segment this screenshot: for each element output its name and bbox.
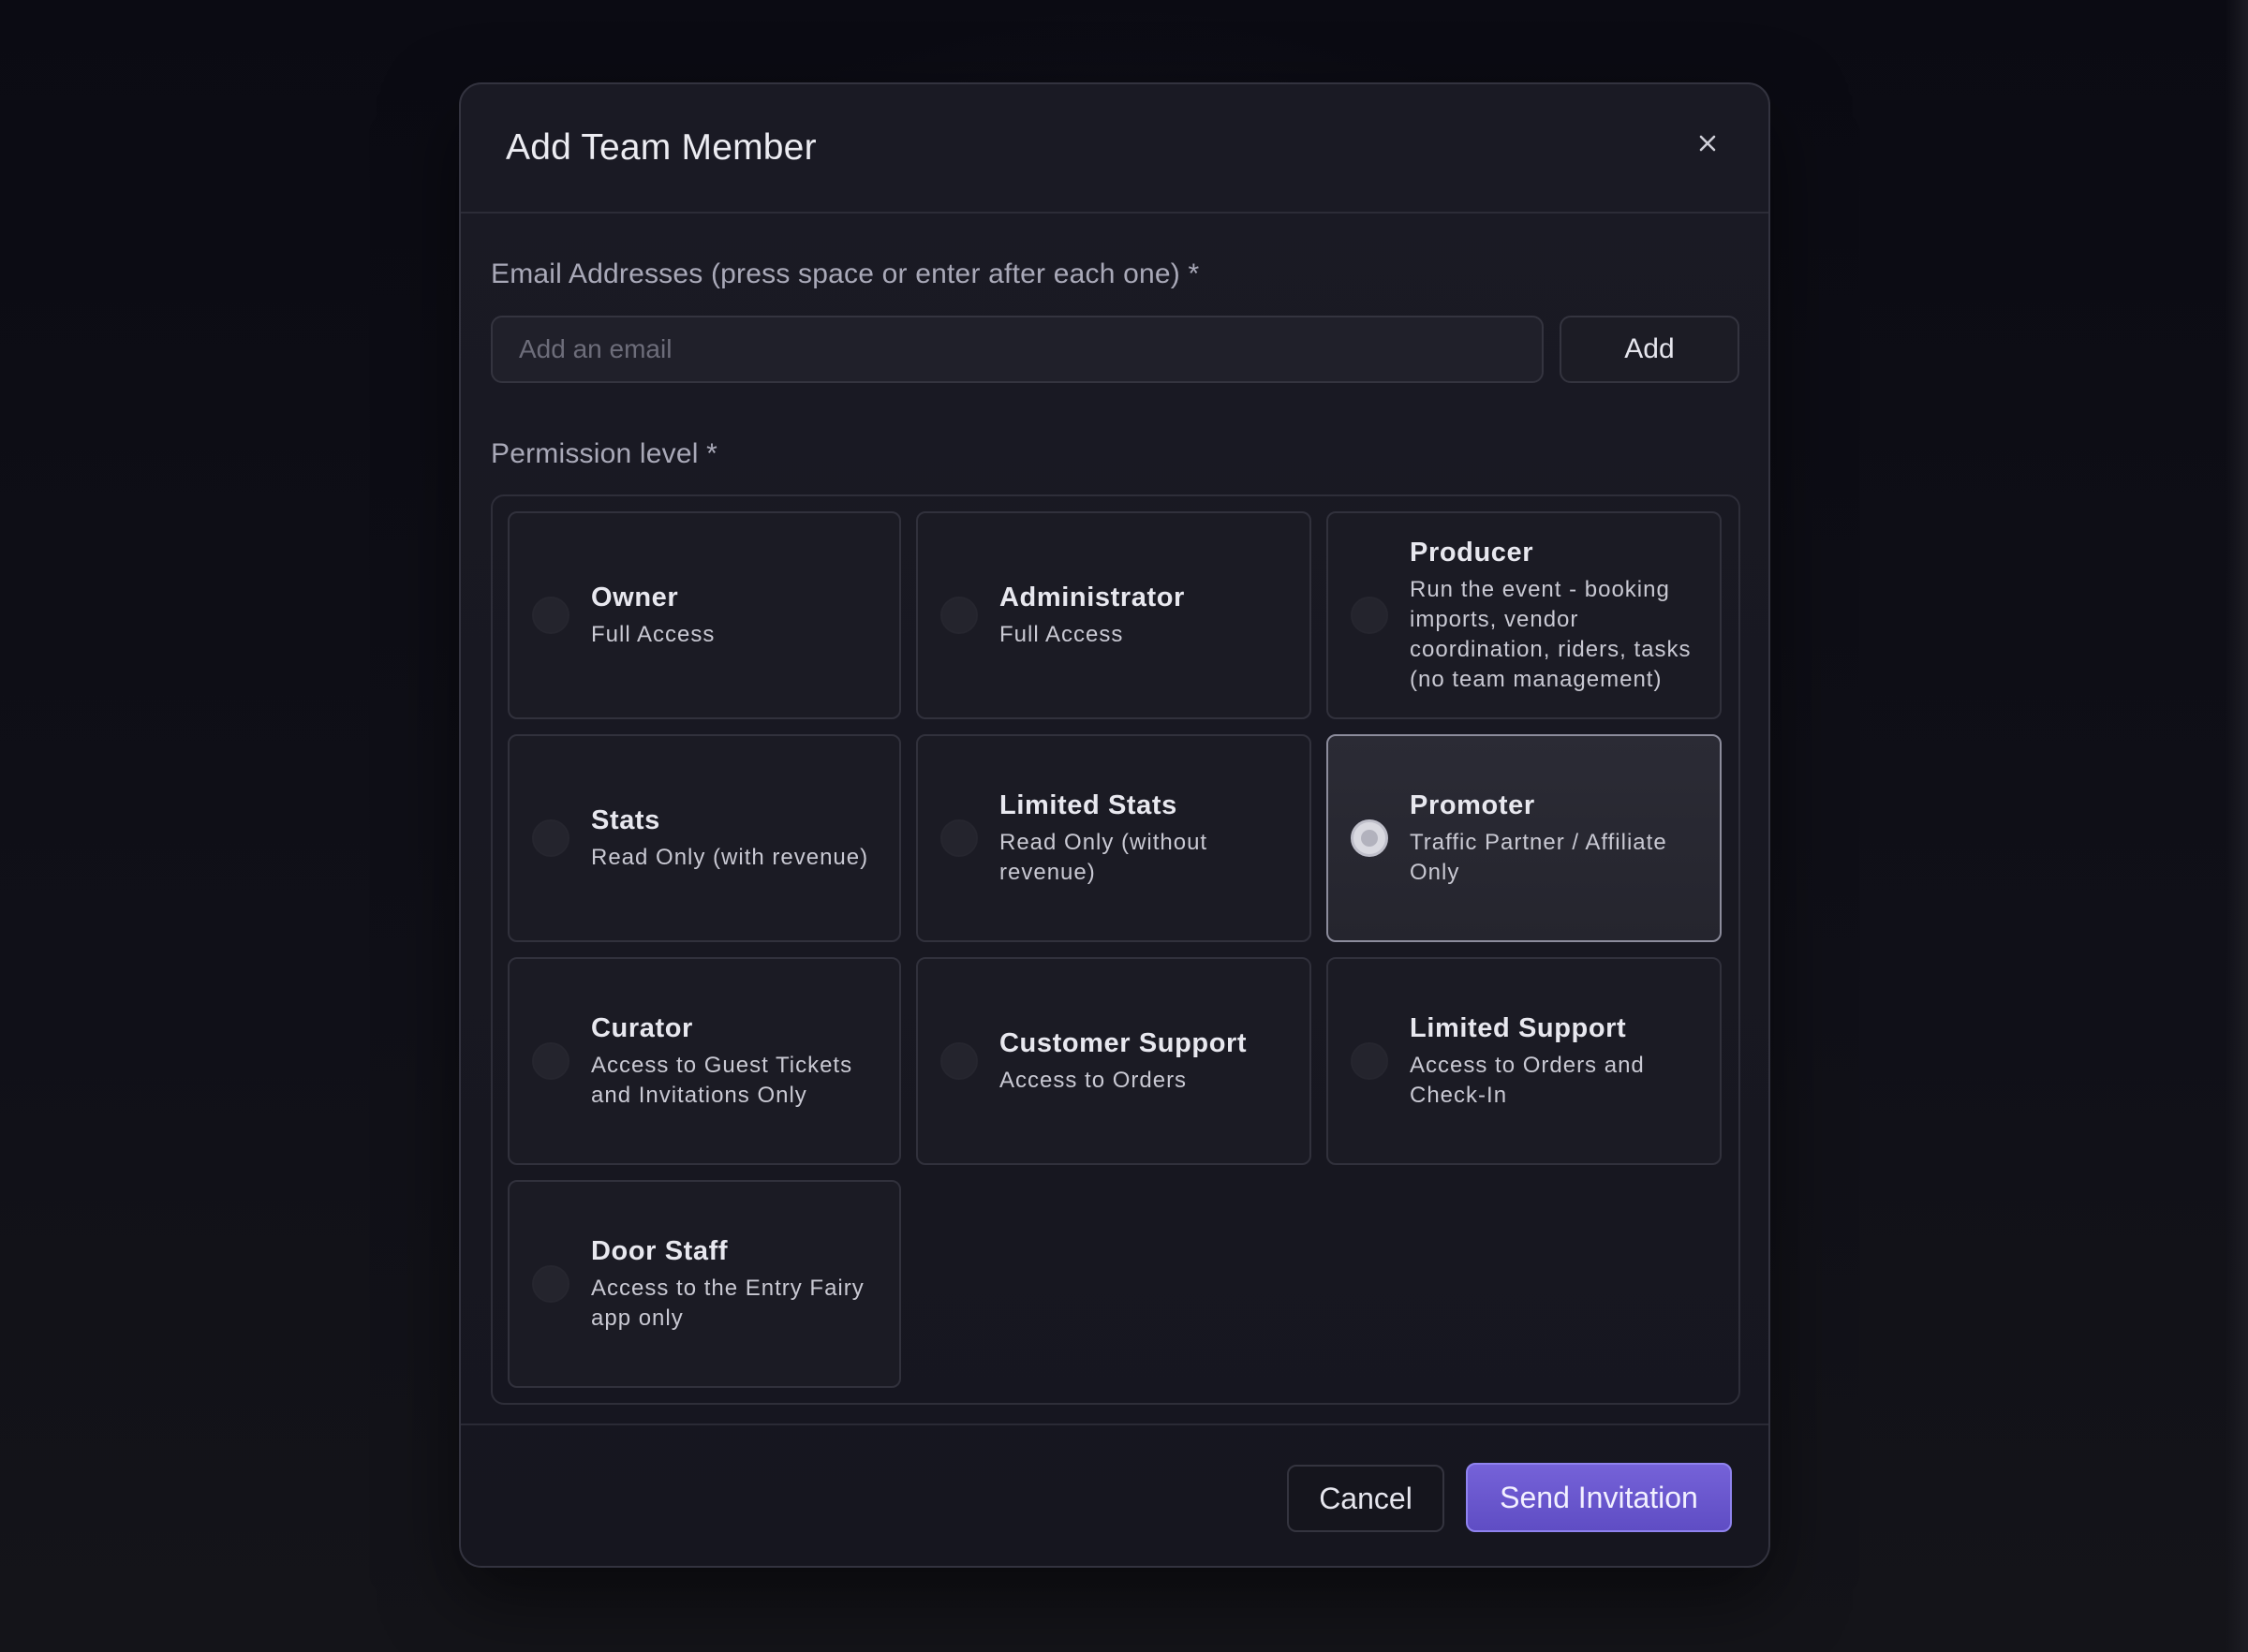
radio-button[interactable] — [940, 597, 978, 634]
option-title: Customer Support — [999, 1028, 1248, 1058]
email-field-label: Email Addresses (press space or enter af… — [491, 258, 1200, 289]
radio-button[interactable] — [1351, 597, 1388, 634]
option-title: Producer — [1410, 538, 1534, 568]
option-text: Curator Access to Guest Tickets and Invi… — [591, 1011, 882, 1111]
permission-option-curator[interactable]: Curator Access to Guest Tickets and Invi… — [508, 957, 901, 1165]
option-title: Limited Support — [1410, 1013, 1627, 1043]
option-text: Limited Support Access to Orders and Che… — [1410, 1011, 1703, 1111]
add-email-button[interactable]: Add — [1560, 316, 1739, 383]
option-text: Limited Stats Read Only (without revenue… — [999, 789, 1293, 888]
radio-button-selected[interactable] — [1351, 819, 1388, 857]
permission-grid: Owner Full Access Administrator Full Acc… — [508, 511, 1722, 1388]
option-description: Access to Orders and Check-In — [1410, 1053, 1645, 1108]
option-title: Curator — [591, 1013, 693, 1043]
permission-options-group: Owner Full Access Administrator Full Acc… — [491, 494, 1740, 1405]
option-text: Stats Read Only (with revenue) — [591, 804, 882, 873]
permission-level-label: Permission level * — [491, 438, 718, 469]
option-description: Access to the Entry Fairy app only — [591, 1276, 865, 1331]
permission-option-customer-support[interactable]: Customer Support Access to Orders — [916, 957, 1311, 1165]
permission-option-door-staff[interactable]: Door Staff Access to the Entry Fairy app… — [508, 1180, 901, 1388]
option-description: Read Only (with revenue) — [591, 845, 869, 870]
option-title: Administrator — [999, 583, 1185, 612]
add-team-member-dialog: Add Team Member Email Addresses (press s… — [459, 82, 1770, 1568]
permission-option-owner[interactable]: Owner Full Access — [508, 511, 901, 719]
option-title: Owner — [591, 583, 679, 612]
option-title: Stats — [591, 805, 660, 835]
option-description: Access to Guest Tickets and Invitations … — [591, 1053, 853, 1108]
permission-option-administrator[interactable]: Administrator Full Access — [916, 511, 1311, 719]
cancel-button[interactable]: Cancel — [1287, 1465, 1444, 1532]
permission-option-limited-stats[interactable]: Limited Stats Read Only (without revenue… — [916, 734, 1311, 942]
radio-button[interactable] — [532, 819, 569, 857]
close-icon — [1699, 135, 1716, 152]
email-input[interactable] — [491, 316, 1544, 383]
option-description: Run the event - booking imports, vendor … — [1410, 577, 1692, 692]
permission-option-stats[interactable]: Stats Read Only (with revenue) — [508, 734, 901, 942]
option-text: Producer Run the event - booking imports… — [1410, 536, 1703, 695]
permission-option-limited-support[interactable]: Limited Support Access to Orders and Che… — [1326, 957, 1722, 1165]
dialog-header: Add Team Member — [461, 84, 1768, 214]
footer-divider — [461, 1423, 1768, 1425]
radio-button[interactable] — [940, 819, 978, 857]
send-invitation-button[interactable]: Send Invitation — [1466, 1463, 1732, 1532]
scrollbar-track — [2226, 0, 2248, 1652]
permission-option-producer[interactable]: Producer Run the event - booking imports… — [1326, 511, 1722, 719]
dialog-title: Add Team Member — [506, 127, 817, 168]
option-title: Promoter — [1410, 790, 1535, 820]
close-button[interactable] — [1690, 125, 1725, 161]
option-title: Limited Stats — [999, 790, 1177, 820]
option-text: Promoter Traffic Partner / Affiliate Onl… — [1410, 789, 1703, 888]
option-description: Traffic Partner / Affiliate Only — [1410, 830, 1667, 885]
radio-button[interactable] — [532, 1042, 569, 1080]
radio-button[interactable] — [532, 597, 569, 634]
option-text: Owner Full Access — [591, 581, 882, 650]
radio-button[interactable] — [1351, 1042, 1388, 1080]
radio-button[interactable] — [940, 1042, 978, 1080]
permission-option-promoter[interactable]: Promoter Traffic Partner / Affiliate Onl… — [1326, 734, 1722, 942]
option-text: Administrator Full Access — [999, 581, 1293, 650]
option-text: Door Staff Access to the Entry Fairy app… — [591, 1234, 882, 1334]
option-description: Full Access — [999, 622, 1124, 647]
radio-button[interactable] — [532, 1265, 569, 1303]
option-title: Door Staff — [591, 1236, 729, 1266]
option-description: Full Access — [591, 622, 716, 647]
option-description: Access to Orders — [999, 1068, 1188, 1093]
option-description: Read Only (without revenue) — [999, 830, 1208, 885]
option-text: Customer Support Access to Orders — [999, 1026, 1293, 1096]
